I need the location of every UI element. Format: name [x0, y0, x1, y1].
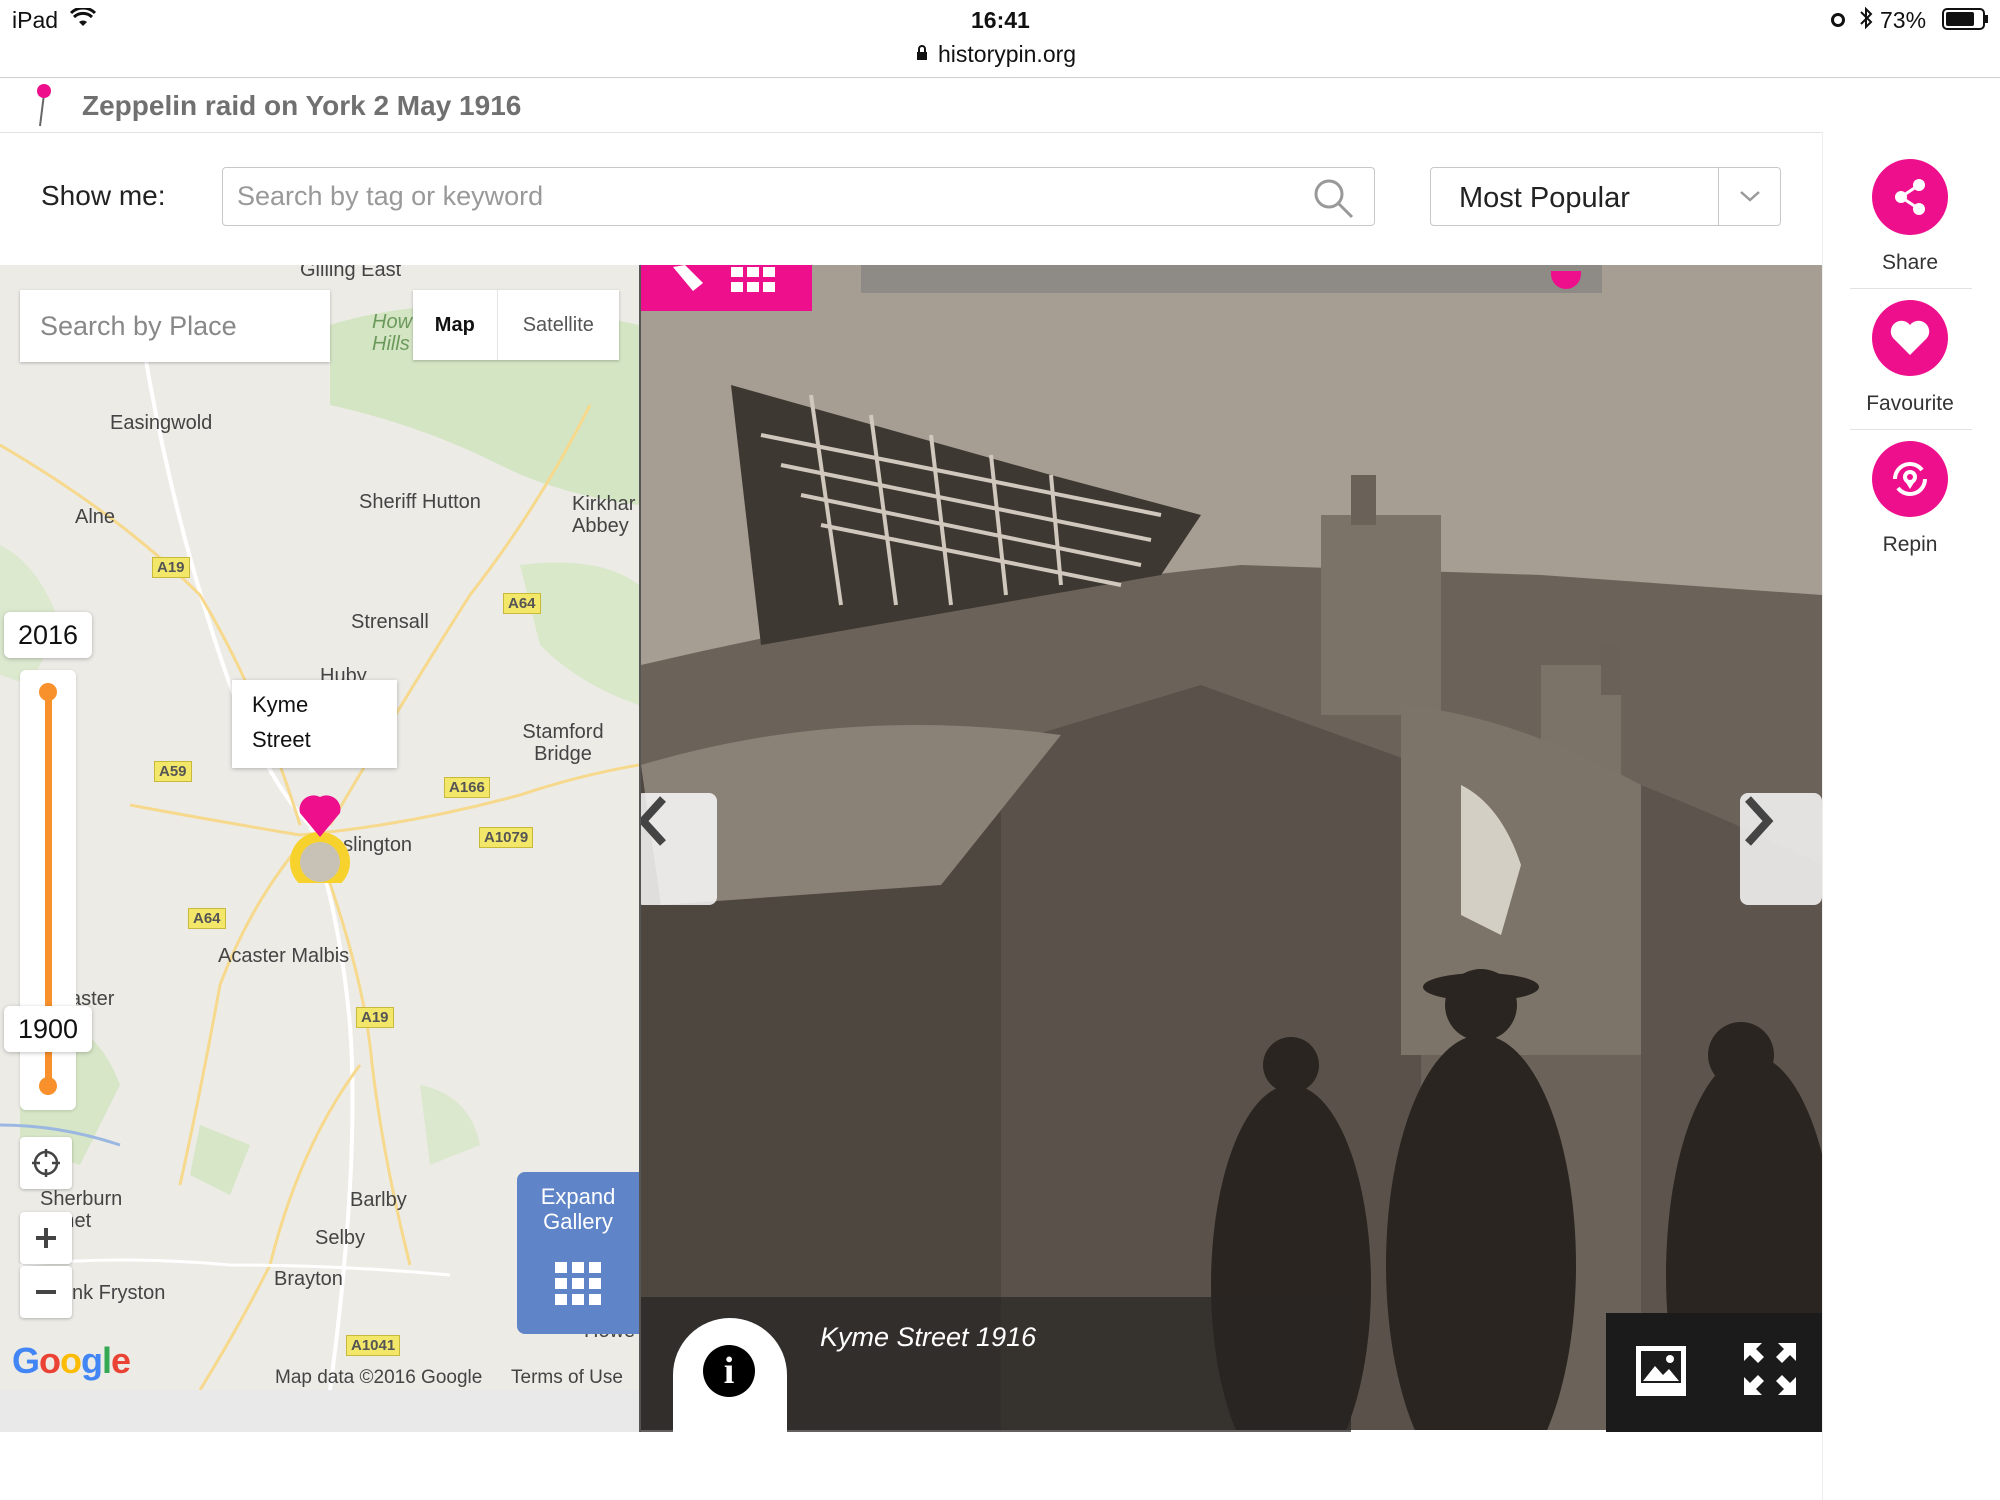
plus-icon	[36, 1228, 56, 1248]
tooltip-line: Kyme	[252, 692, 309, 717]
map-place-label: Alne	[75, 506, 116, 528]
map-place-label: Easingwold	[110, 412, 213, 434]
chevron-left-icon	[641, 796, 666, 846]
grid-icon	[555, 1262, 601, 1305]
zoom-out-button[interactable]	[20, 1266, 72, 1318]
map-type-map-button[interactable]: Map	[413, 290, 498, 360]
divider	[1850, 288, 1972, 289]
divider	[1850, 429, 1972, 430]
map-place-label: Strensall	[351, 611, 429, 633]
map-place-label: Selby	[315, 1227, 366, 1249]
map-type-satellite-button[interactable]: Satellite	[498, 290, 619, 360]
alarm-icon	[1831, 13, 1845, 27]
historic-photo	[641, 265, 1822, 1430]
map-place-label: Brayton	[274, 1268, 343, 1290]
show-me-label: Show me:	[41, 180, 166, 211]
timeline-year-bottom: 1900	[4, 1006, 92, 1052]
repin-label: Repin	[1882, 533, 1938, 556]
road-label: A166	[444, 777, 490, 798]
locate-button[interactable]	[20, 1137, 72, 1189]
clock: 16:41	[971, 7, 1030, 33]
map-place-label: nk Fryston	[72, 1282, 166, 1304]
gallery-tab[interactable]	[641, 265, 812, 311]
next-photo-button[interactable]	[1740, 793, 1822, 905]
photo-caption: Kyme Street 1916	[820, 1322, 1037, 1352]
timeline-handle-top[interactable]	[39, 683, 57, 701]
road-label: A1041	[346, 1335, 401, 1356]
minus-icon	[36, 1290, 56, 1294]
photo-progress-bar	[861, 265, 1602, 293]
photo-viewer[interactable]	[641, 265, 1822, 1430]
map-place-label: How Hills	[372, 311, 413, 355]
chevron-right-icon	[1745, 796, 1774, 846]
map-place-label: Stamford Bridge	[522, 721, 604, 765]
expand-gallery-label: Expand	[540, 1184, 616, 1209]
place-search-field[interactable]	[20, 290, 332, 362]
progress-indicator	[1551, 271, 1581, 289]
map-place-label: Barlby	[350, 1189, 407, 1211]
road-label: A64	[188, 908, 226, 929]
expand-gallery-label: Gallery	[543, 1209, 613, 1234]
bluetooth-icon	[1860, 6, 1873, 30]
heart-icon	[1872, 300, 1948, 376]
share-label: Share	[1881, 251, 1939, 274]
crosshair-icon	[32, 1149, 60, 1177]
lock-icon	[917, 45, 927, 60]
previous-photo-button[interactable]	[641, 793, 717, 905]
info-icon[interactable]: i	[703, 1345, 755, 1397]
status-bar: iPad 16:41 historypin.org 73%	[0, 0, 2000, 78]
google-logo: Google	[12, 1340, 131, 1381]
page-footer	[0, 1432, 1822, 1500]
map-attribution: Map data ©2016 Google	[275, 1367, 483, 1388]
road-label: A19	[356, 1007, 394, 1028]
share-button[interactable]: Share	[1850, 159, 1970, 275]
divider	[1718, 168, 1719, 225]
repin-button[interactable]: Repin	[1850, 441, 1970, 557]
wifi-icon	[70, 8, 96, 26]
url-bar[interactable]: historypin.org	[938, 41, 1076, 68]
sort-selected-value: Most Popular	[1459, 182, 1630, 214]
map-type-toggle: Map Satellite	[413, 290, 619, 360]
map-place-label: Acaster Malbis	[218, 945, 350, 967]
zoom-in-button[interactable]	[20, 1212, 72, 1264]
image-icon[interactable]	[1634, 1344, 1688, 1398]
timeline-handle-bottom[interactable]	[39, 1077, 57, 1095]
map-place-label: Gilling East	[300, 265, 402, 281]
tooltip-line: Street	[252, 727, 311, 752]
device-name: iPad	[12, 7, 59, 33]
chevron-down-icon[interactable]	[1738, 188, 1762, 204]
road-label: A64	[503, 593, 541, 614]
favourite-button[interactable]: Favourite	[1850, 300, 1970, 416]
road-label: A19	[152, 557, 190, 578]
sort-dropdown[interactable]: Most Popular	[1430, 167, 1781, 226]
battery-percent: 73%	[1880, 7, 1927, 33]
expand-gallery-button[interactable]: Expand Gallery	[517, 1172, 639, 1334]
page-title: Zeppelin raid on York 2 May 1916	[82, 90, 522, 121]
repin-icon	[1872, 441, 1948, 517]
map-tooltip: Kyme Street	[232, 680, 397, 768]
pin-logo-icon[interactable]	[34, 82, 54, 128]
photo-marker-icon[interactable]	[278, 773, 350, 883]
search-icon[interactable]	[1313, 178, 1355, 220]
fullscreen-icon[interactable]	[1742, 1341, 1798, 1397]
map-place-label: Sheriff Hutton	[359, 491, 481, 513]
place-search-input[interactable]	[20, 290, 332, 362]
terms-link[interactable]: Terms of Use	[511, 1367, 623, 1389]
road-label: A59	[154, 761, 192, 782]
timeline-year-top: 2016	[4, 612, 92, 658]
battery-icon	[1942, 8, 1988, 30]
edit-grid-icon	[673, 265, 775, 292]
share-icon	[1872, 159, 1948, 235]
search-input[interactable]	[223, 168, 1239, 225]
search-field[interactable]	[222, 167, 1375, 226]
photo-controls	[1606, 1313, 1822, 1432]
map-place-label: Kirkhar Abbey	[572, 493, 636, 537]
favourite-label: Favourite	[1866, 392, 1954, 415]
road-label: A1079	[479, 827, 534, 848]
